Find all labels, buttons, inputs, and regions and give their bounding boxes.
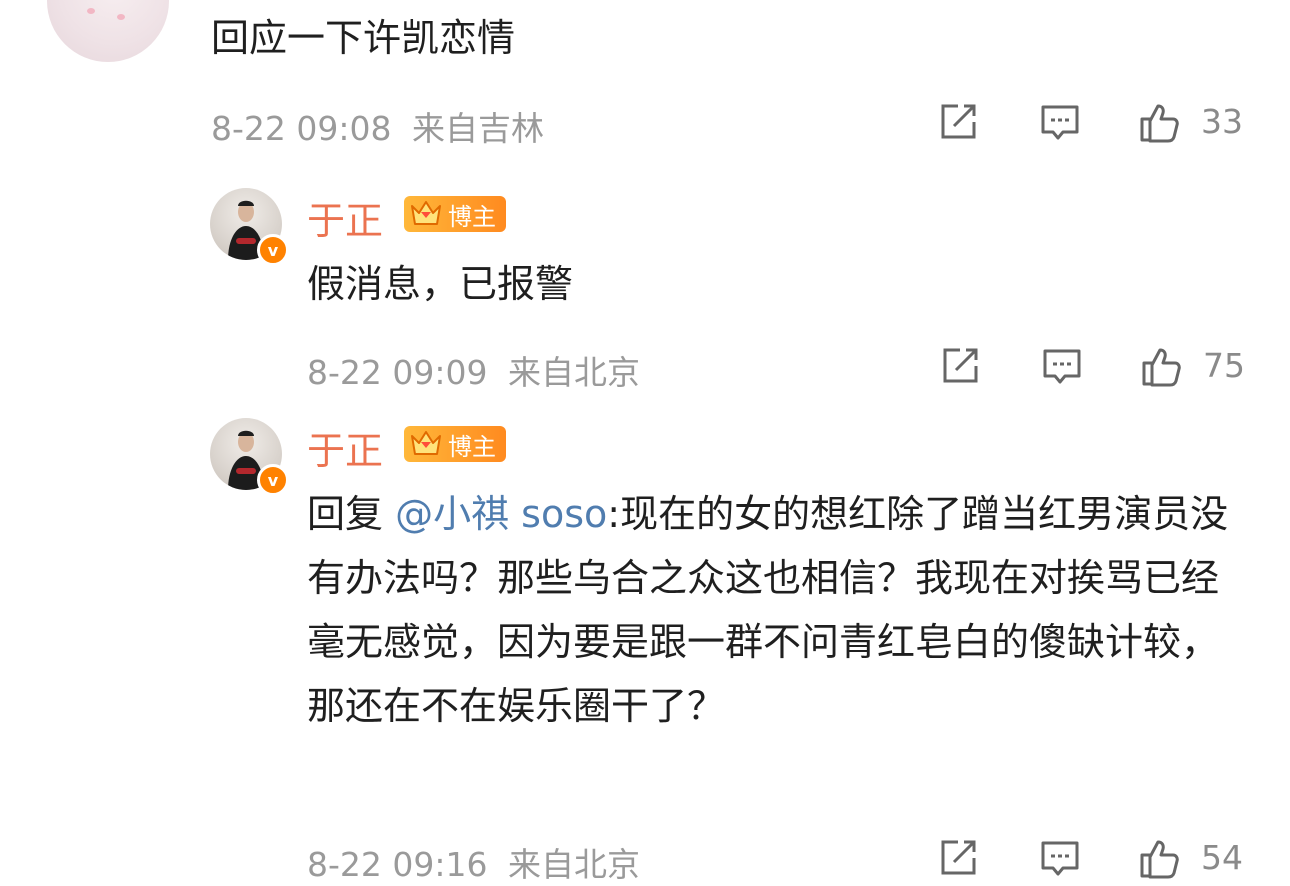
username[interactable]: 于正 xyxy=(307,190,383,245)
comment-location: 来自北京 xyxy=(508,353,640,392)
blogger-tag: 博主 xyxy=(404,426,506,462)
comment-time: 8-22 09:08 xyxy=(211,109,392,148)
like-count: 33 xyxy=(1201,102,1243,141)
crown-icon xyxy=(411,431,441,455)
comment-meta: 8-22 09:16 来自北京 xyxy=(307,838,640,886)
verified-icon: v xyxy=(257,234,289,266)
repost-icon xyxy=(941,840,976,875)
like-button[interactable] xyxy=(1136,98,1184,146)
reply-prefix: 回复 xyxy=(307,492,396,536)
comment-location: 来自吉林 xyxy=(412,109,544,148)
repost-button[interactable] xyxy=(936,342,984,390)
comment-location: 来自北京 xyxy=(508,845,640,884)
like-icon xyxy=(1140,104,1179,143)
repost-button[interactable] xyxy=(934,98,982,146)
username[interactable]: 于正 xyxy=(307,420,383,475)
repost-button[interactable] xyxy=(934,834,982,882)
comment-time: 8-22 09:16 xyxy=(307,845,488,884)
comment-button[interactable] xyxy=(1036,98,1084,146)
blogger-tag: 博主 xyxy=(404,196,506,232)
repost-icon xyxy=(943,348,978,383)
comment-time: 8-22 09:09 xyxy=(307,353,488,392)
comment-text: 假消息，已报警 xyxy=(307,262,574,306)
blogger-tag-label: 博主 xyxy=(448,432,496,461)
comment-text: 回应一下许凯恋情 xyxy=(211,16,516,60)
blogger-tag-label: 博主 xyxy=(448,202,496,231)
mention-link[interactable]: @小祺 soso xyxy=(395,492,607,536)
crown-icon xyxy=(411,201,441,225)
repost-icon xyxy=(941,104,976,139)
comment-meta: 8-22 09:09 来自北京 xyxy=(307,346,640,394)
like-count: 75 xyxy=(1203,346,1245,385)
verified-icon: v xyxy=(257,464,289,496)
reply-text: 回复 @小祺 soso:现在的女的想红除了蹭当红男演员没有办法吗？那些乌合之众这… xyxy=(307,482,1232,738)
like-button[interactable] xyxy=(1138,342,1186,390)
like-icon xyxy=(1142,348,1181,387)
comment-button[interactable] xyxy=(1038,342,1086,390)
like-button[interactable] xyxy=(1136,834,1184,882)
comment-icon xyxy=(1043,349,1081,384)
comment-meta: 8-22 09:08 来自吉林 xyxy=(211,102,544,150)
like-icon xyxy=(1140,840,1179,879)
comment-icon xyxy=(1041,841,1079,876)
like-count: 54 xyxy=(1201,838,1243,877)
commenter-avatar[interactable] xyxy=(47,0,169,62)
comment-button[interactable] xyxy=(1036,834,1084,882)
comment-icon xyxy=(1041,105,1079,140)
